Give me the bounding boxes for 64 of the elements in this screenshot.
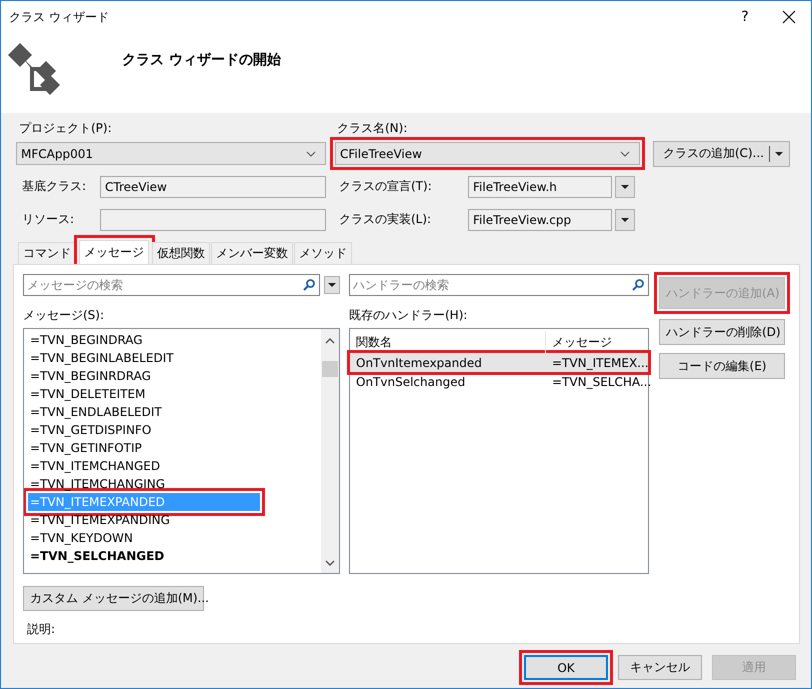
handler-button[interactable]: コードの編集(E) xyxy=(659,353,785,379)
dropdown-button[interactable] xyxy=(324,276,340,294)
tab[interactable]: コマンド xyxy=(18,242,76,264)
search-icon xyxy=(632,279,644,291)
window-title: クラス ウィザード xyxy=(9,8,109,26)
message-item[interactable]: =TVN_ENDLABELEDIT xyxy=(28,403,260,421)
message-list[interactable] xyxy=(23,328,340,574)
message-item[interactable]: =TVN_ITEMCHANGED xyxy=(28,457,260,475)
table-cell-text: OnTvnItemexpanded xyxy=(355,356,483,370)
dropdown-button[interactable] xyxy=(615,176,635,198)
table-cell-text: OnTvnSelchanged xyxy=(355,374,466,388)
class-name-dropdown[interactable]: CFileTreeView xyxy=(335,142,640,165)
caret-icon xyxy=(328,283,336,287)
message-item[interactable]: =TVN_GETINFOTIP xyxy=(28,439,260,457)
caret-icon xyxy=(775,152,783,156)
list-label: メッセージ(S): xyxy=(23,306,106,324)
field-label: クラスの実装(L): xyxy=(339,211,432,228)
message-item[interactable]: =TVN_ITEMEXPANDING xyxy=(28,511,260,529)
handler-row[interactable]: OnTvnItemexpanded =TVN_ITEMEX... xyxy=(350,353,648,372)
close-icon xyxy=(782,10,796,24)
message-item[interactable]: =TVN_KEYDOWN xyxy=(28,529,260,547)
message-item[interactable]: =TVN_ITEMCHANGING xyxy=(28,475,260,493)
tab[interactable]: メッセージ xyxy=(79,240,149,264)
wizard-heading: クラス ウィザードの開始 xyxy=(122,51,281,69)
message-item[interactable]: =TVN_DELETEITEM xyxy=(28,385,260,403)
chevron-down-icon xyxy=(306,150,316,156)
scrollbar[interactable] xyxy=(321,329,339,573)
dropdown-button[interactable] xyxy=(615,208,635,230)
implementation-field[interactable]: FileTreeView.cpp xyxy=(468,208,612,230)
diamond-connector-icon xyxy=(6,41,62,97)
add-class-button[interactable]: クラスの追加(C)... xyxy=(653,140,790,166)
field-label: クラスの宣言(T): xyxy=(339,178,433,195)
search-icon xyxy=(303,279,315,291)
tab[interactable]: メンバー変数 xyxy=(211,242,293,264)
field-label: リソース: xyxy=(21,211,76,228)
message-item[interactable]: =TVN_BEGINRDRAG xyxy=(28,367,260,385)
handler-list[interactable]: 関数名 メッセージ OnTvnItemexpanded =TVN_ITEMEX... OnTvnSelchanged =TVN_SELCHA... xyxy=(349,328,649,574)
description-label: 説明: xyxy=(26,621,56,638)
tab[interactable]: メソッド xyxy=(294,242,352,264)
dialog-button[interactable]: OK xyxy=(524,655,608,680)
message-item[interactable]: =TVN_BEGINLABELEDIT xyxy=(28,349,260,367)
column-header[interactable]: メッセージ xyxy=(546,331,646,353)
message-item[interactable]: =TVN_BEGINDRAG xyxy=(28,331,260,349)
handler-row[interactable]: OnTvnSelchanged =TVN_SELCHA... xyxy=(350,372,648,391)
list-label: 既存のハンドラー(H): xyxy=(349,306,468,324)
resource-field[interactable] xyxy=(100,208,326,230)
caret-icon xyxy=(621,184,629,188)
handler-button[interactable]: ハンドラーの削除(D) xyxy=(659,319,785,345)
chevron-down-icon xyxy=(620,150,630,156)
field-label: クラス名(N): xyxy=(337,120,408,136)
search-field[interactable]: メッセージの検索 xyxy=(23,274,320,296)
declaration-field[interactable]: FileTreeView.h xyxy=(468,176,612,198)
search-field[interactable]: ハンドラーの検索 xyxy=(349,274,649,296)
field-label: プロジェクト(P): xyxy=(19,120,113,136)
dialog-button[interactable]: キャンセル xyxy=(618,655,702,680)
field-label: 基底クラス: xyxy=(21,178,88,195)
message-item[interactable]: =TVN_SELCHANGED xyxy=(28,547,260,565)
help-button[interactable]: ? xyxy=(723,1,767,33)
message-item[interactable]: =TVN_GETDISPINFO xyxy=(28,421,260,439)
base-class-field[interactable]: CTreeView xyxy=(100,176,326,198)
project-dropdown[interactable]: MFCApp001 xyxy=(16,142,326,165)
caret-icon xyxy=(621,218,629,222)
table-cell-text: =TVN_ITEMEX... xyxy=(551,356,646,370)
tab[interactable]: 仮想関数 xyxy=(152,242,210,264)
